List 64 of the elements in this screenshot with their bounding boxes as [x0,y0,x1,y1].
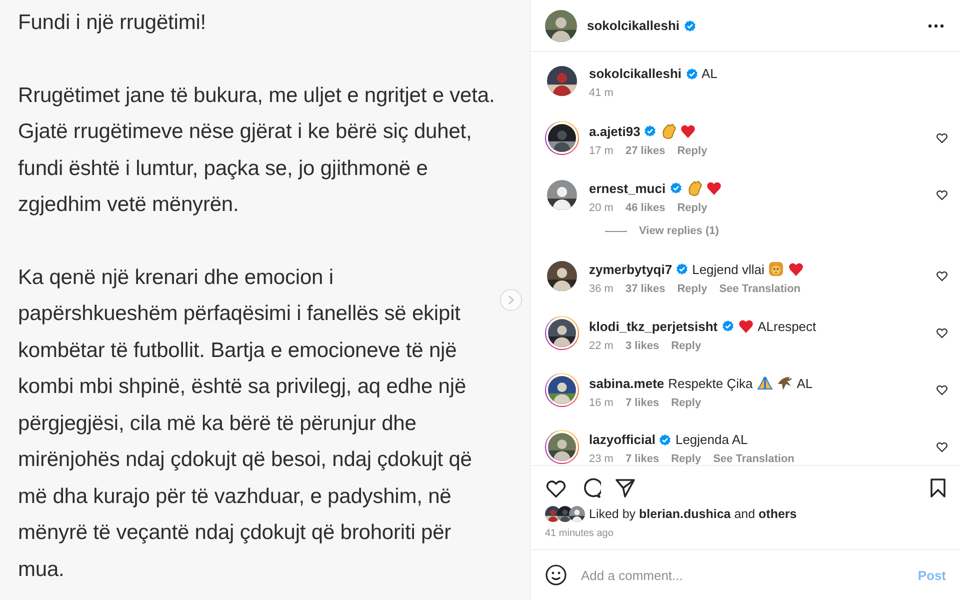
likes-count[interactable]: 3 likes [625,340,660,352]
username[interactable]: ernest_muci [589,180,666,196]
chevron-right-icon [507,295,515,305]
story-ring[interactable] [545,316,579,350]
username[interactable]: sabina.mete [589,376,664,390]
comment-bubble-icon[interactable] [581,478,601,498]
like-heart-icon[interactable] [936,189,948,201]
reply-link[interactable]: Reply [671,397,702,409]
liked-by-text[interactable]: Liked by blerian.dushica and others [589,507,797,521]
more-options-icon[interactable] [928,24,944,28]
likes-count[interactable]: 37 likes [625,283,666,295]
comment-time: 23 m [589,453,614,465]
reply-link[interactable]: Reply [677,283,708,295]
story-ring[interactable] [545,373,579,407]
like-heart-icon[interactable] [545,478,567,498]
share-plane-icon[interactable] [615,478,635,498]
reply-link[interactable]: Reply [671,453,702,465]
username[interactable]: sokolcikalleshi [587,18,680,33]
username[interactable]: klodi_tkz_perjetsisht [589,318,718,334]
post-paragraph: Ka qenë një krenari dhe emocion i papërshkueshëm përfaqësimi i fanellës së ekipit kombëtar të futbollit. Bartja e emocioneve të një kombi mbi shpinë, është sa privilegj, aq edhe një përgjegjësi, cila më ka bërë të përunjur dhe mirënjohës ndaj çdokujt që besoi, ndaj çdokujt që më dha kurajo për të vazhduar, e padyshim, në mënyrë të veçantë ndaj çdokujt që brohoriti për mua. [18,264,473,582]
comment-time: 22 m [589,340,614,352]
comment-time: 36 m [589,283,614,295]
comment-text: Respekte Çika [668,376,753,390]
heart-icon [788,261,804,277]
post-time: 41 minutes ago [545,528,614,539]
comment-text: ALrespect [758,318,816,334]
like-heart-icon[interactable] [936,270,948,282]
heart-icon [680,123,696,139]
like-heart-icon[interactable] [936,327,948,339]
like-heart-icon[interactable] [936,132,948,144]
reply-link[interactable]: Reply [677,145,708,157]
comment-time: 16 m [589,397,614,409]
see-translation-link[interactable]: See Translation [713,453,794,465]
comment-text: Legjend vllai [692,262,764,276]
reply-link[interactable]: Reply [671,340,702,352]
username[interactable]: lazyofficial [589,432,656,447]
comment-text: AL [796,376,813,390]
comment-text: Legjenda AL [675,432,748,447]
username[interactable]: sokolcikalleshi [589,66,682,81]
heart-icon [738,318,754,334]
eagle-icon [776,375,793,391]
heart-icon [706,180,722,196]
comment-time: 17 m [589,145,614,157]
like-heart-icon[interactable] [936,441,948,453]
story-ring[interactable] [545,430,579,464]
username[interactable]: a.ajeti93 [589,124,640,138]
comment-text: AL [702,66,718,81]
like-heart-icon[interactable] [936,384,948,396]
comment-time: 20 m [589,202,614,214]
see-translation-link[interactable]: See Translation [719,283,801,295]
view-replies-link[interactable]: View replies (1) [639,225,719,237]
reply-link[interactable]: Reply [677,202,708,214]
emoji-icon[interactable] [545,564,567,586]
story-ring[interactable] [545,121,579,155]
post-paragraph: Rrugëtimet jane të bukura, me uljet e ngritjet e veta. Gjatë rrugëtimeve nëse gjërat i ke bërë siç duhet, fundi është i lumtur, paçka se, jo gjithmonë e zgjedhim vetë mënyrën. [18,82,496,218]
post-paragraph: Fundi i një rrugëtimi! [18,10,208,36]
lion-face-icon [768,261,784,277]
likes-count[interactable]: 7 likes [625,397,660,409]
likes-count[interactable]: 27 likes [625,145,666,157]
comment-time: 41 m [589,87,614,99]
bookmark-icon[interactable] [930,478,946,498]
username[interactable]: zymerbytyqi7 [589,262,672,276]
likes-count[interactable]: 7 likes [625,453,660,465]
likes-count[interactable]: 46 likes [625,202,666,214]
